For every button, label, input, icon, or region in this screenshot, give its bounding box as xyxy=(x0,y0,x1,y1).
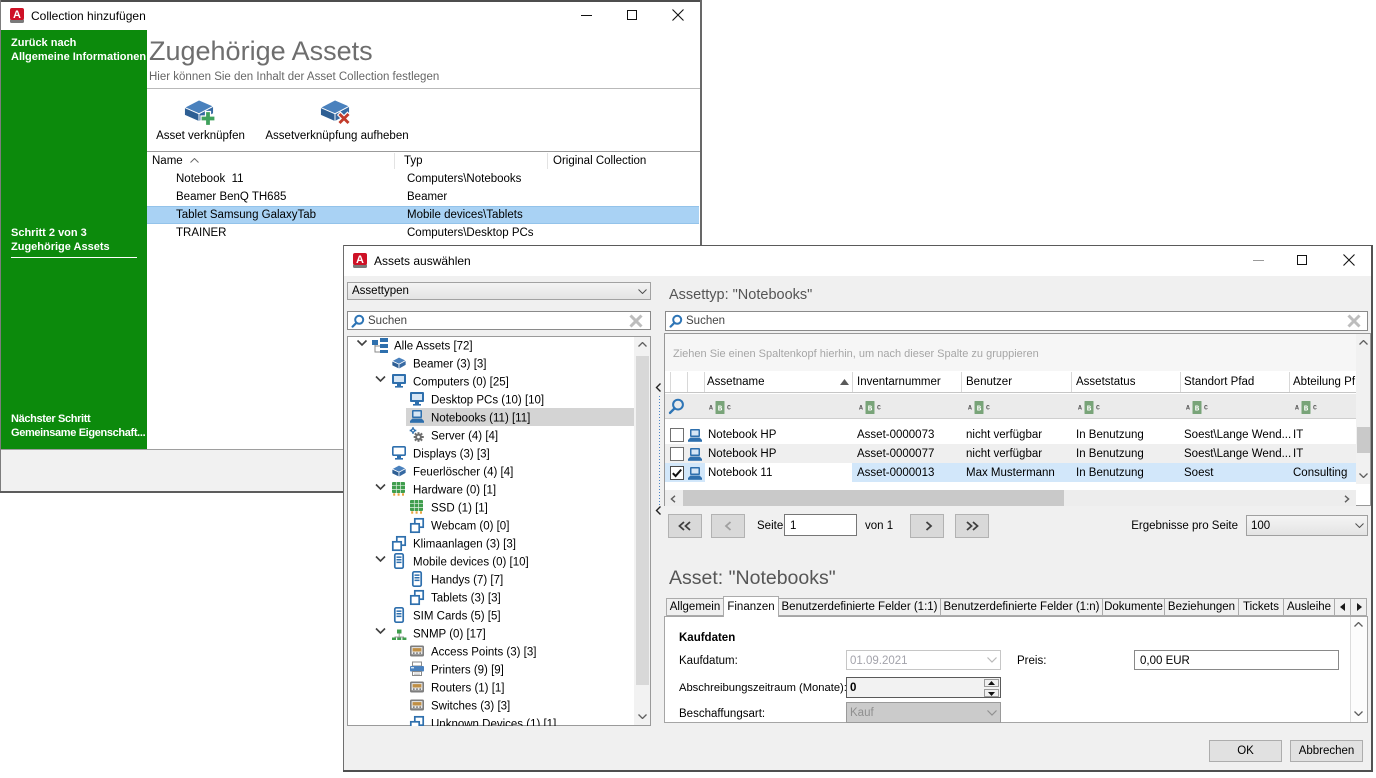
svg-text:Switches (3) [3]: Switches (3) [3] xyxy=(431,701,510,713)
svg-text:A: A xyxy=(1295,405,1299,412)
svg-text:C: C xyxy=(986,405,990,412)
svg-text:C: C xyxy=(727,405,731,412)
svg-text:A: A xyxy=(968,405,972,412)
svg-text:Alle Assets [72]: Alle Assets [72] xyxy=(394,341,473,353)
svg-text:Tablets (3) [3]: Tablets (3) [3] xyxy=(431,593,501,605)
svg-text:C: C xyxy=(1313,405,1317,412)
svg-text:Displays (3) [3]: Displays (3) [3] xyxy=(413,449,490,461)
svg-text:A: A xyxy=(1078,405,1082,412)
svg-text:Klimaanlagen (3) [3]: Klimaanlagen (3) [3] xyxy=(413,539,516,551)
svg-text:B: B xyxy=(718,405,723,413)
svg-text:A: A xyxy=(356,254,364,266)
svg-text:Feuerlöscher (4) [4]: Feuerlöscher (4) [4] xyxy=(413,467,513,479)
svg-text:SIM Cards (5) [5]: SIM Cards (5) [5] xyxy=(413,611,501,623)
svg-text:Printers (9) [9]: Printers (9) [9] xyxy=(431,665,504,677)
svg-text:Server (4) [4]: Server (4) [4] xyxy=(431,431,498,443)
svg-text:Routers (1) [1]: Routers (1) [1] xyxy=(431,683,505,695)
svg-text:Beamer (3) [3]: Beamer (3) [3] xyxy=(413,359,487,371)
svg-text:Webcam (0) [0]: Webcam (0) [0] xyxy=(431,521,509,533)
svg-text:C: C xyxy=(1204,405,1208,412)
svg-text:C: C xyxy=(877,405,881,412)
svg-text:Desktop PCs (10) [10]: Desktop PCs (10) [10] xyxy=(431,395,544,407)
svg-text:Unknown Devices (1) [1]: Unknown Devices (1) [1] xyxy=(431,719,556,727)
svg-text:A: A xyxy=(709,405,713,412)
svg-text:A: A xyxy=(859,405,863,412)
svg-text:B: B xyxy=(1195,405,1200,413)
svg-text:B: B xyxy=(1087,405,1092,413)
svg-text:B: B xyxy=(1304,405,1309,413)
svg-text:B: B xyxy=(868,405,873,413)
svg-text:A: A xyxy=(1186,405,1190,412)
svg-text:A: A xyxy=(13,9,21,21)
svg-text:Handys (7) [7]: Handys (7) [7] xyxy=(431,575,503,587)
svg-text:Hardware (0) [1]: Hardware (0) [1] xyxy=(413,485,496,497)
svg-text:SNMP (0) [17]: SNMP (0) [17] xyxy=(413,629,486,641)
svg-text:Computers (0) [25]: Computers (0) [25] xyxy=(413,377,509,389)
svg-text:Mobile devices (0) [10]: Mobile devices (0) [10] xyxy=(413,557,529,569)
svg-text:Notebooks (11) [11]: Notebooks (11) [11] xyxy=(431,413,530,425)
svg-text:B: B xyxy=(977,405,982,413)
svg-text:C: C xyxy=(1096,405,1100,412)
svg-text:SSD (1) [1]: SSD (1) [1] xyxy=(431,503,488,515)
svg-text:Access Points (3) [3]: Access Points (3) [3] xyxy=(431,647,536,659)
